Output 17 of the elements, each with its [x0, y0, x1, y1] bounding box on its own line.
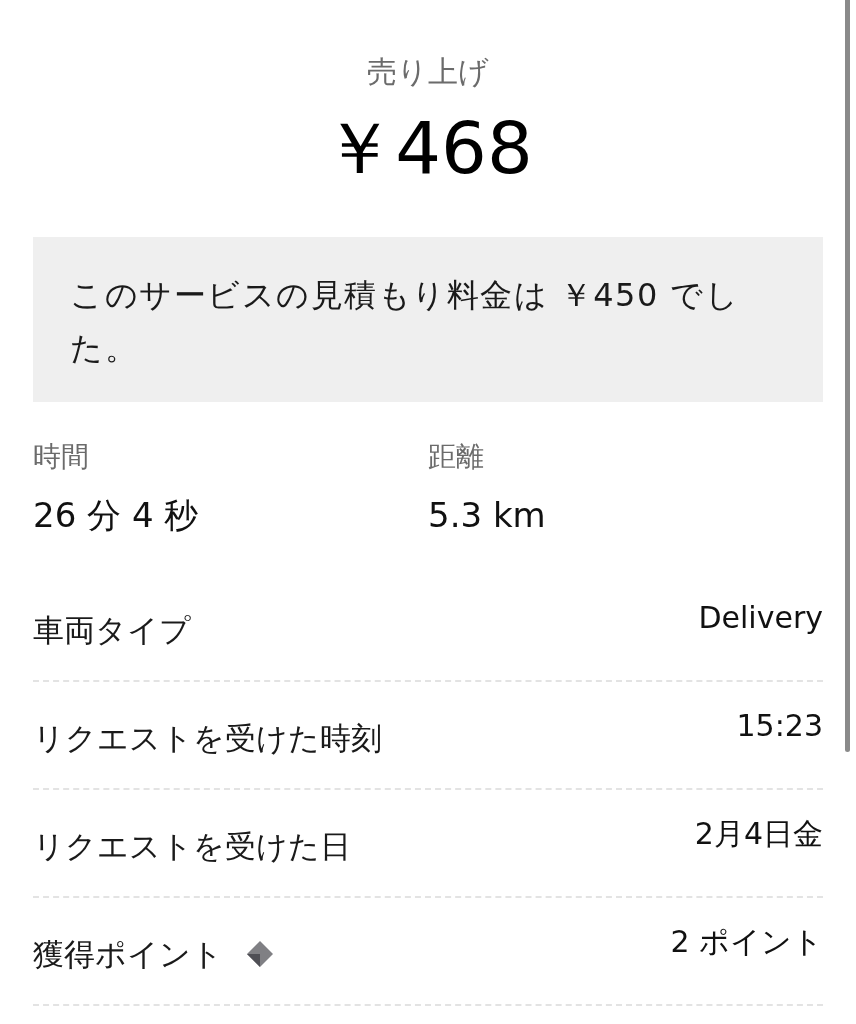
detail-label: 車両タイプ: [33, 611, 191, 650]
detail-label: リクエストを受けた日: [33, 827, 351, 866]
detail-value: Delivery: [698, 599, 823, 637]
estimate-notice: このサービスの見積もり料金は ￥450 でした。: [33, 237, 823, 402]
detail-label: リクエストを受けた時刻: [33, 719, 382, 758]
detail-value: 2 ポイント: [670, 923, 823, 961]
stat-value: 5.3 km: [428, 494, 546, 537]
detail-value: 15:23: [736, 707, 823, 745]
detail-label: 獲得ポイント: [33, 935, 223, 974]
earnings-amount: ￥468: [323, 108, 533, 188]
diamond-icon: [247, 941, 273, 967]
earnings-label: 売り上げ: [367, 53, 489, 91]
detail-value: 2月4日金: [694, 815, 823, 853]
stat-value: 26 分 4 秒: [33, 494, 199, 537]
stat-label: 距離: [428, 439, 484, 475]
stat-label: 時間: [33, 439, 89, 475]
scrollbar-thumb[interactable]: [845, 0, 850, 752]
